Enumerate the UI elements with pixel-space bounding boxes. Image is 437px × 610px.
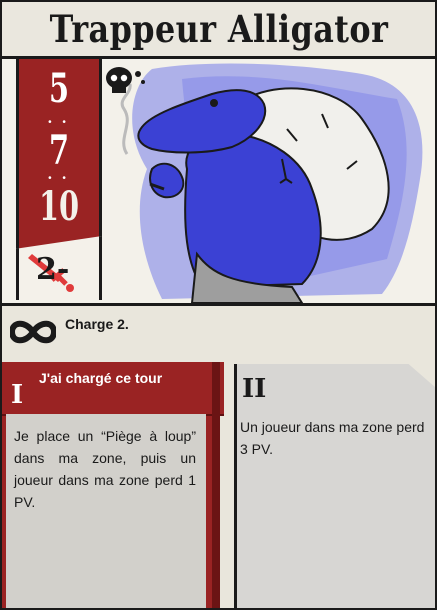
stat-value-1: 5 xyxy=(48,65,70,112)
ability-2-text: Un joueur dans ma zone perd 3 PV. xyxy=(240,419,425,457)
damage-value: 2- xyxy=(36,252,70,287)
ability-1-numeral: I xyxy=(11,380,24,410)
keyword-text: Charge 2. xyxy=(65,316,129,332)
card-title: Trappeur Alligator xyxy=(49,7,388,51)
ability-2-numeral: II xyxy=(242,374,267,404)
infinity-icon xyxy=(10,320,56,344)
stat-value-2: 7 xyxy=(48,127,70,174)
ability-1-condition: J'ai chargé ce tour xyxy=(39,370,163,386)
game-card: Trappeur Alligator 5 • • 7 • • 10 2- Cha… xyxy=(0,0,437,610)
title-bar: Trappeur Alligator xyxy=(2,2,435,59)
skull-icon xyxy=(106,67,145,93)
ability-divider xyxy=(212,362,220,608)
keyword-row: Charge 2. xyxy=(2,306,435,362)
ability-1-text: Je place un “Piège à loup” dans ma zone,… xyxy=(14,428,196,510)
stat-value-3: 10 xyxy=(38,183,80,230)
